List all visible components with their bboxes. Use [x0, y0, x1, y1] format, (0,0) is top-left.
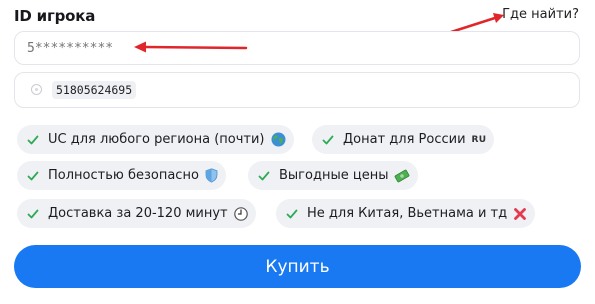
buy-button[interactable]: Купить [14, 245, 581, 288]
player-id-label: ID игрока [14, 7, 96, 25]
saved-id-row[interactable]: 51805624695 [14, 72, 580, 108]
check-icon [27, 209, 39, 218]
feature-tag: UC для любого региона (почти) [17, 125, 294, 154]
feature-tag: Полностью безопасно [17, 161, 226, 190]
where-to-find-link[interactable]: Где найти? [502, 7, 579, 22]
cross-icon [513, 207, 527, 221]
feature-label: Выгодные цены [279, 168, 389, 183]
ru-flag-icon: RU [471, 134, 487, 145]
feature-label: Полностью безопасно [48, 168, 199, 183]
feature-label: Донат для России [343, 132, 466, 147]
feature-tag: Выгодные цены [248, 161, 419, 190]
check-icon [322, 135, 334, 144]
check-icon [27, 171, 39, 180]
check-icon [286, 209, 298, 218]
feature-tag: Не для Китая, Вьетнама и тд [276, 199, 536, 228]
clock-icon [233, 206, 248, 221]
feature-tag: Донат для России RU [312, 125, 495, 154]
player-id-field[interactable] [14, 31, 580, 65]
feature-label: Не для Китая, Вьетнама и тд [307, 206, 508, 221]
check-icon [258, 171, 270, 180]
feature-label: Доставка за 20-120 минут [48, 206, 228, 221]
saved-id-chip[interactable]: 51805624695 [52, 81, 137, 99]
feature-label: UC для любого региона (почти) [48, 132, 265, 147]
shield-icon [205, 168, 218, 183]
globe-icon [271, 132, 286, 147]
money-icon [394, 169, 410, 183]
check-icon [27, 135, 39, 144]
feature-tag: Доставка за 20-120 минут [17, 199, 256, 228]
saved-id-radio[interactable] [31, 84, 42, 95]
player-id-input[interactable] [27, 38, 227, 58]
